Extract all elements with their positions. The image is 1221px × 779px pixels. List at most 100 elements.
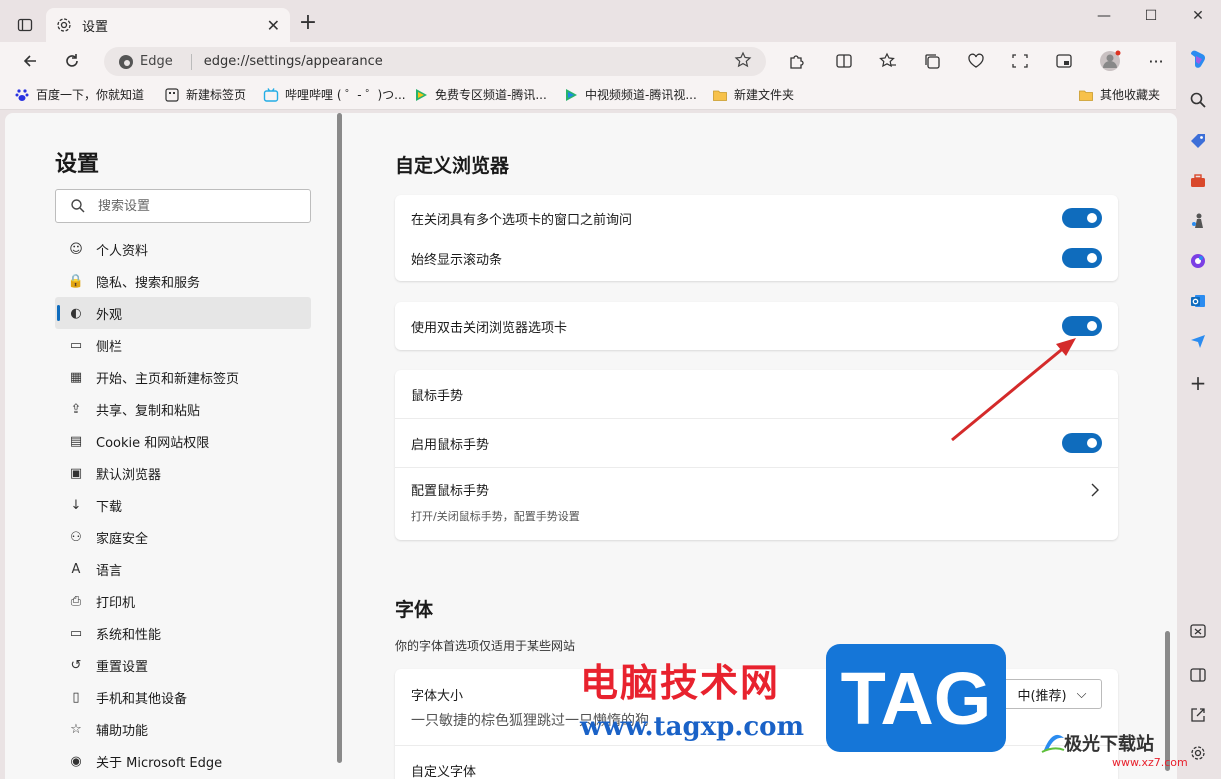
gear-icon [57,18,71,32]
address-bar[interactable]: Edge edge://settings/appearance [104,47,766,76]
always-scrollbar-row: 始终显示滚动条 [411,247,1102,269]
bookmark-baidu[interactable]: 百度一下，你就知道 [14,86,144,103]
close-window-button[interactable]: ✕ [1178,8,1218,32]
sidebar-item-14[interactable]: ↺ 重置设置 [55,649,311,681]
bookmark-tencent-mid[interactable]: 中视频频道-腾讯视... [563,86,697,103]
always-scrollbar-toggle[interactable] [1062,248,1102,268]
settings-gear-icon[interactable] [1187,742,1209,764]
split-screen-icon[interactable] [832,50,856,72]
close-tab-icon[interactable]: ✕ [267,16,280,35]
sidebar-item-label: Cookie 和网站权限 [96,435,210,451]
microsoft365-icon[interactable] [1187,250,1209,272]
sidebar-layout-icon[interactable] [1187,664,1209,686]
mouse-gesture-header: 鼠标手势 [411,388,464,404]
add-icon[interactable]: + [1187,371,1209,395]
outlook-icon[interactable] [1187,290,1209,312]
new-tab-button[interactable]: + [296,12,320,36]
folder-icon [1078,87,1094,103]
settings-search[interactable] [55,189,311,223]
favorites-icon[interactable] [876,50,900,72]
favorite-star-icon[interactable] [734,51,752,73]
media-icon[interactable] [1052,50,1076,72]
content-scrollbar[interactable] [1165,631,1170,771]
appearance-icon: ◐ [70,305,82,321]
extensions-icon[interactable] [784,50,808,72]
configure-mouse-gesture-label: 配置鼠标手势 [411,483,490,499]
language-icon: A [71,561,81,577]
configure-mouse-gesture-desc: 打开/关闭鼠标手势，配置手势设置 [411,510,580,523]
url-text[interactable]: edge://settings/appearance [204,54,383,69]
baidu-paw-icon [14,87,30,103]
sidebar-item-4[interactable]: ▭ 侧栏 [55,329,311,361]
sidebar-item-17[interactable]: ◉ 关于 Microsoft Edge [55,745,311,777]
bookmark-new-folder[interactable]: 新建文件夹 [712,86,794,103]
refresh-button[interactable] [58,48,86,74]
send-icon[interactable] [1187,330,1209,352]
font-size-label: 字体大小 [411,688,464,704]
sidebar-item-7[interactable]: ▤ Cookie 和网站权限 [55,425,311,457]
search-icon[interactable] [1187,89,1209,111]
sidebar-item-10[interactable]: ⚇ 家庭安全 [55,521,311,553]
sidebar-item-8[interactable]: ▣ 默认浏览器 [55,457,311,489]
folder-icon [712,87,728,103]
sidebar-item-5[interactable]: ▦ 开始、主页和新建标签页 [55,361,311,393]
sidebar-item-16[interactable]: ☆ 辅助功能 [55,713,311,745]
health-icon[interactable] [964,50,988,72]
screenshot-icon[interactable] [1008,50,1032,72]
watermark-text: 电脑技术网 [580,661,781,705]
more-options-icon[interactable]: ··· [1144,50,1168,72]
tab-settings[interactable]: 设置 ✕ [46,8,290,42]
font-size-select[interactable]: 中(推荐) ⌵ [1002,679,1102,709]
sidebar-item-label: 侧栏 [96,339,123,355]
collections-icon[interactable] [920,50,944,72]
back-button[interactable] [16,48,44,74]
games-icon[interactable] [1187,210,1209,232]
sidebar-item-2[interactable]: 🔒 隐私、搜索和服务 [55,265,311,297]
tab-actions-icon [17,18,33,32]
download-icon: ↓ [70,497,82,513]
open-external-icon[interactable] [1187,704,1209,726]
sidebar-item-label: 个人资料 [96,243,149,259]
minimize-button[interactable]: — [1084,8,1124,32]
divider [190,53,192,70]
ask-before-close-toggle[interactable] [1062,208,1102,228]
copilot-icon[interactable] [1187,48,1209,70]
bookmark-other-favorites[interactable]: 其他收藏夹 [1078,86,1160,103]
tab-actions-button[interactable] [10,12,40,38]
chevron-right-icon[interactable] [1090,483,1100,497]
sidebar-item-15[interactable]: ▯ 手机和其他设备 [55,681,311,713]
sidebar-item-11[interactable]: A 语言 [55,553,311,585]
sidebar-item-13[interactable]: ▭ 系统和性能 [55,617,311,649]
bookmark-new-tab[interactable]: 新建标签页 [164,86,246,103]
custom-fonts-label: 自定义字体 [411,764,477,779]
search-input[interactable] [98,198,298,214]
left-scrollbar[interactable] [337,113,342,763]
sidebar-item-label: 家庭安全 [96,531,149,547]
chevron-down-icon: ⌵ [1076,686,1087,702]
enable-mouse-gesture-label: 启用鼠标手势 [411,437,490,453]
settings-title: 设置 [55,152,100,177]
printer-icon: ⎙ [70,593,82,609]
sidebar-icon: ▭ [69,337,83,353]
sidebar-item-3[interactable]: ◐ 外观 [55,297,311,329]
configure-mouse-gesture-row[interactable]: 配置鼠标手势 [411,478,1102,500]
maximize-button[interactable]: ☐ [1131,8,1171,32]
edge-sidebar: + [1176,42,1221,779]
bookmark-bilibili[interactable]: 哔哩哔哩 ( ゜- ゜)つ... [263,86,406,103]
shopping-tag-icon[interactable] [1187,130,1209,152]
profile-avatar[interactable] [1098,50,1122,72]
screenshot-icon[interactable] [1187,620,1209,642]
bookmark-tencent-free[interactable]: 免费专区频道-腾讯... [413,86,547,103]
lock-icon: 🔒 [67,273,85,289]
custom-fonts-row[interactable]: 自定义字体 [411,759,1102,779]
sidebar-item-label: 默认浏览器 [96,467,162,483]
always-scrollbar-label: 始终显示滚动条 [411,252,503,268]
refresh-icon [66,54,78,67]
sidebar-item-1[interactable]: ☺ 个人资料 [55,233,311,265]
bookmark-label: 哔哩哔哩 ( ゜- ゜)つ... [285,88,406,102]
sidebar-item-12[interactable]: ⎙ 打印机 [55,585,311,617]
tools-icon[interactable] [1187,170,1209,192]
title-bar: 设置 ✕ + — ☐ ✕ [0,0,1221,42]
sidebar-item-9[interactable]: ↓ 下载 [55,489,311,521]
sidebar-item-6[interactable]: ⇪ 共享、复制和粘贴 [55,393,311,425]
